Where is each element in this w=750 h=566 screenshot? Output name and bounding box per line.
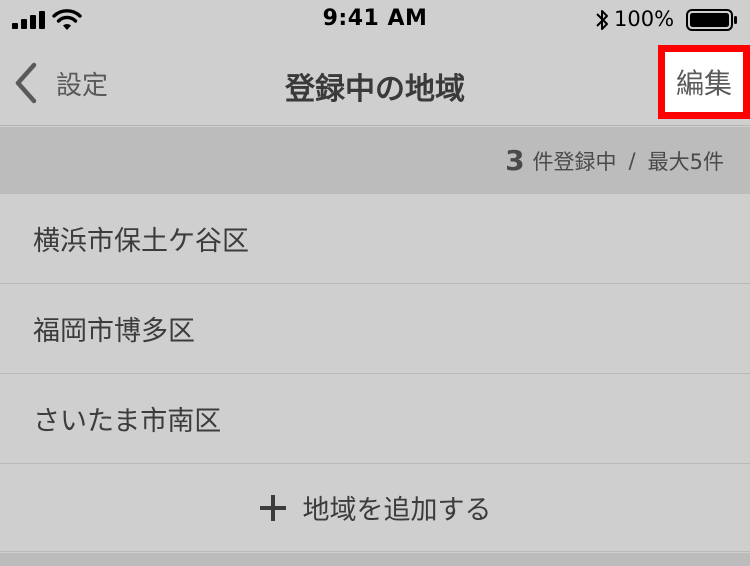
region-list: 横浜市保土ケ谷区 福岡市博多区 さいたま市南区	[0, 194, 750, 464]
region-item-hodogaya[interactable]: 横浜市保土ケ谷区	[0, 194, 750, 284]
add-region-label: 地域を追加する	[302, 495, 492, 526]
registration-count-header: 3 件登録中 / 最大5件	[0, 127, 750, 194]
registered-count-label: 件登録中	[532, 149, 617, 174]
screen: 9:41 AM 100% 設定 登録中の地域 編集 3 件登録中 / 最大5件 …	[0, 0, 750, 566]
battery-icon	[686, 9, 737, 31]
edit-button[interactable]: 編集	[658, 45, 750, 119]
plus-icon	[259, 494, 286, 521]
battery-percent: 100%	[614, 7, 675, 31]
navigation-bar: 設定 登録中の地域 編集	[0, 40, 750, 126]
add-region-button[interactable]: 地域を追加する	[0, 464, 750, 552]
page-title: 登録中の地域	[285, 72, 465, 107]
registered-count: 3	[505, 144, 525, 177]
bottom-section-band	[0, 553, 750, 566]
max-count-label: 最大5件	[647, 149, 724, 174]
count-separator: /	[628, 148, 636, 173]
region-item-hakata[interactable]: 福岡市博多区	[0, 284, 750, 374]
status-bar: 9:41 AM 100%	[0, 0, 750, 40]
region-item-minami[interactable]: さいたま市南区	[0, 374, 750, 464]
bluetooth-icon	[596, 10, 608, 30]
